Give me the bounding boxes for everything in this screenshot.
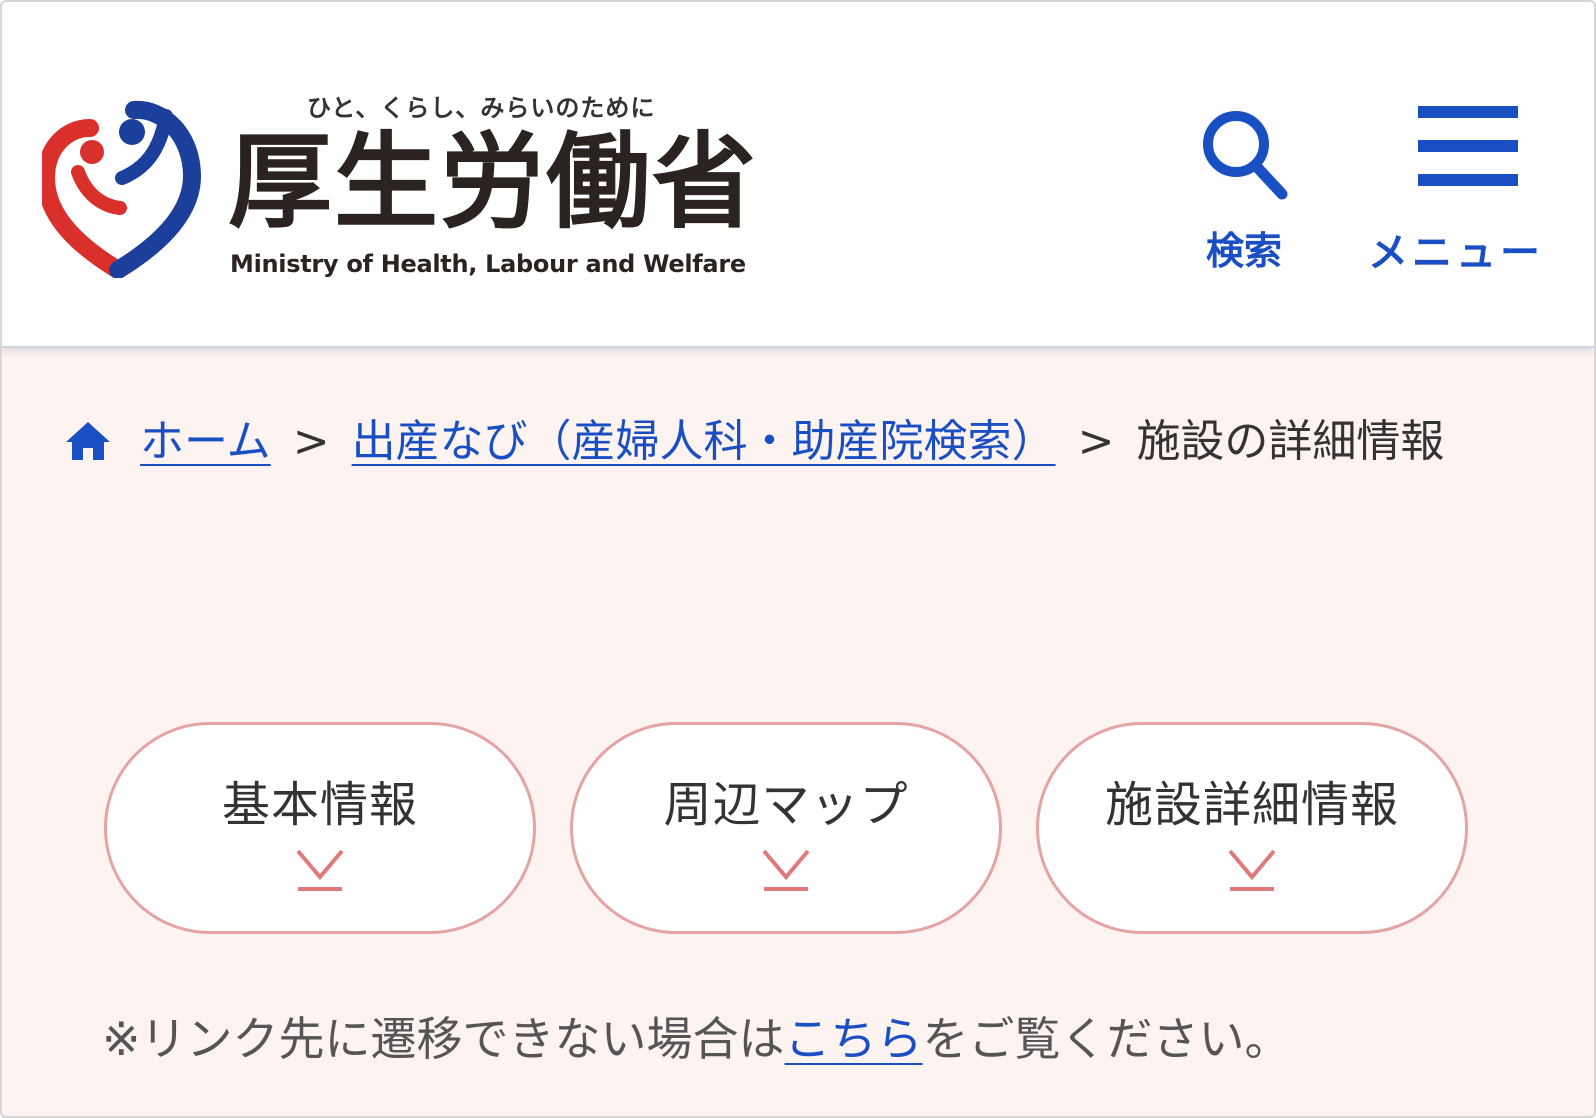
mhlw-heart-logo-icon[interactable] xyxy=(36,98,204,279)
menu-label: メニュー xyxy=(1368,230,1544,276)
search-label: 検索 xyxy=(1206,229,1283,273)
breadcrumb-link-home[interactable]: ホーム xyxy=(140,416,271,467)
site-subtitle-en: Ministry of Health, Labour and Welfare xyxy=(230,250,746,278)
redirect-note: ※リンク先に遷移できない場合はこちらをご覧ください。 xyxy=(102,1004,1291,1074)
breadcrumb-current: 施設の詳細情報 xyxy=(1136,416,1445,467)
search-button[interactable]: 検索 xyxy=(1198,102,1298,282)
breadcrumb-separator: > xyxy=(292,416,330,467)
site-header: ひと、くらし、みらいのために 厚生労働省 Ministry of Health,… xyxy=(2,2,1594,348)
hamburger-menu-icon xyxy=(1418,106,1518,186)
pill-label: 周辺マップ xyxy=(663,777,909,833)
logo-tagline: ひと、くらし、みらいのために xyxy=(307,94,656,122)
note-text-after: をご覧ください。 xyxy=(922,1012,1291,1066)
home-icon[interactable] xyxy=(64,406,112,490)
search-icon xyxy=(1203,111,1288,200)
breadcrumb-link-birth-navi[interactable]: 出産なび（産婦人科・助産院検索） xyxy=(352,416,1056,467)
page-frame: ひと、くらし、みらいのために 厚生労働省 Ministry of Health,… xyxy=(0,0,1596,1118)
chevron-down-to-line-icon xyxy=(1228,849,1276,891)
pill-label: 施設詳細情報 xyxy=(1104,777,1399,833)
menu-button[interactable]: メニュー xyxy=(1368,102,1568,282)
anchor-facility-detail-button[interactable]: 施設詳細情報 xyxy=(1036,722,1468,934)
breadcrumb-separator: > xyxy=(1077,416,1115,467)
pill-label: 基本情報 xyxy=(221,777,418,833)
breadcrumb: ホーム > 出産なび（産婦人科・助産院検索） > 施設の詳細情報 xyxy=(64,400,1504,490)
chevron-down-to-line-icon xyxy=(296,849,344,891)
anchor-basic-info-button[interactable]: 基本情報 xyxy=(104,722,536,934)
anchor-map-button[interactable]: 周辺マップ xyxy=(570,722,1002,934)
note-link-here[interactable]: こちら xyxy=(785,1012,923,1066)
chevron-down-to-line-icon xyxy=(762,849,810,891)
site-title[interactable]: 厚生労働省 xyxy=(228,122,758,242)
note-text-before: ※リンク先に遷移できない場合は xyxy=(102,1012,785,1066)
